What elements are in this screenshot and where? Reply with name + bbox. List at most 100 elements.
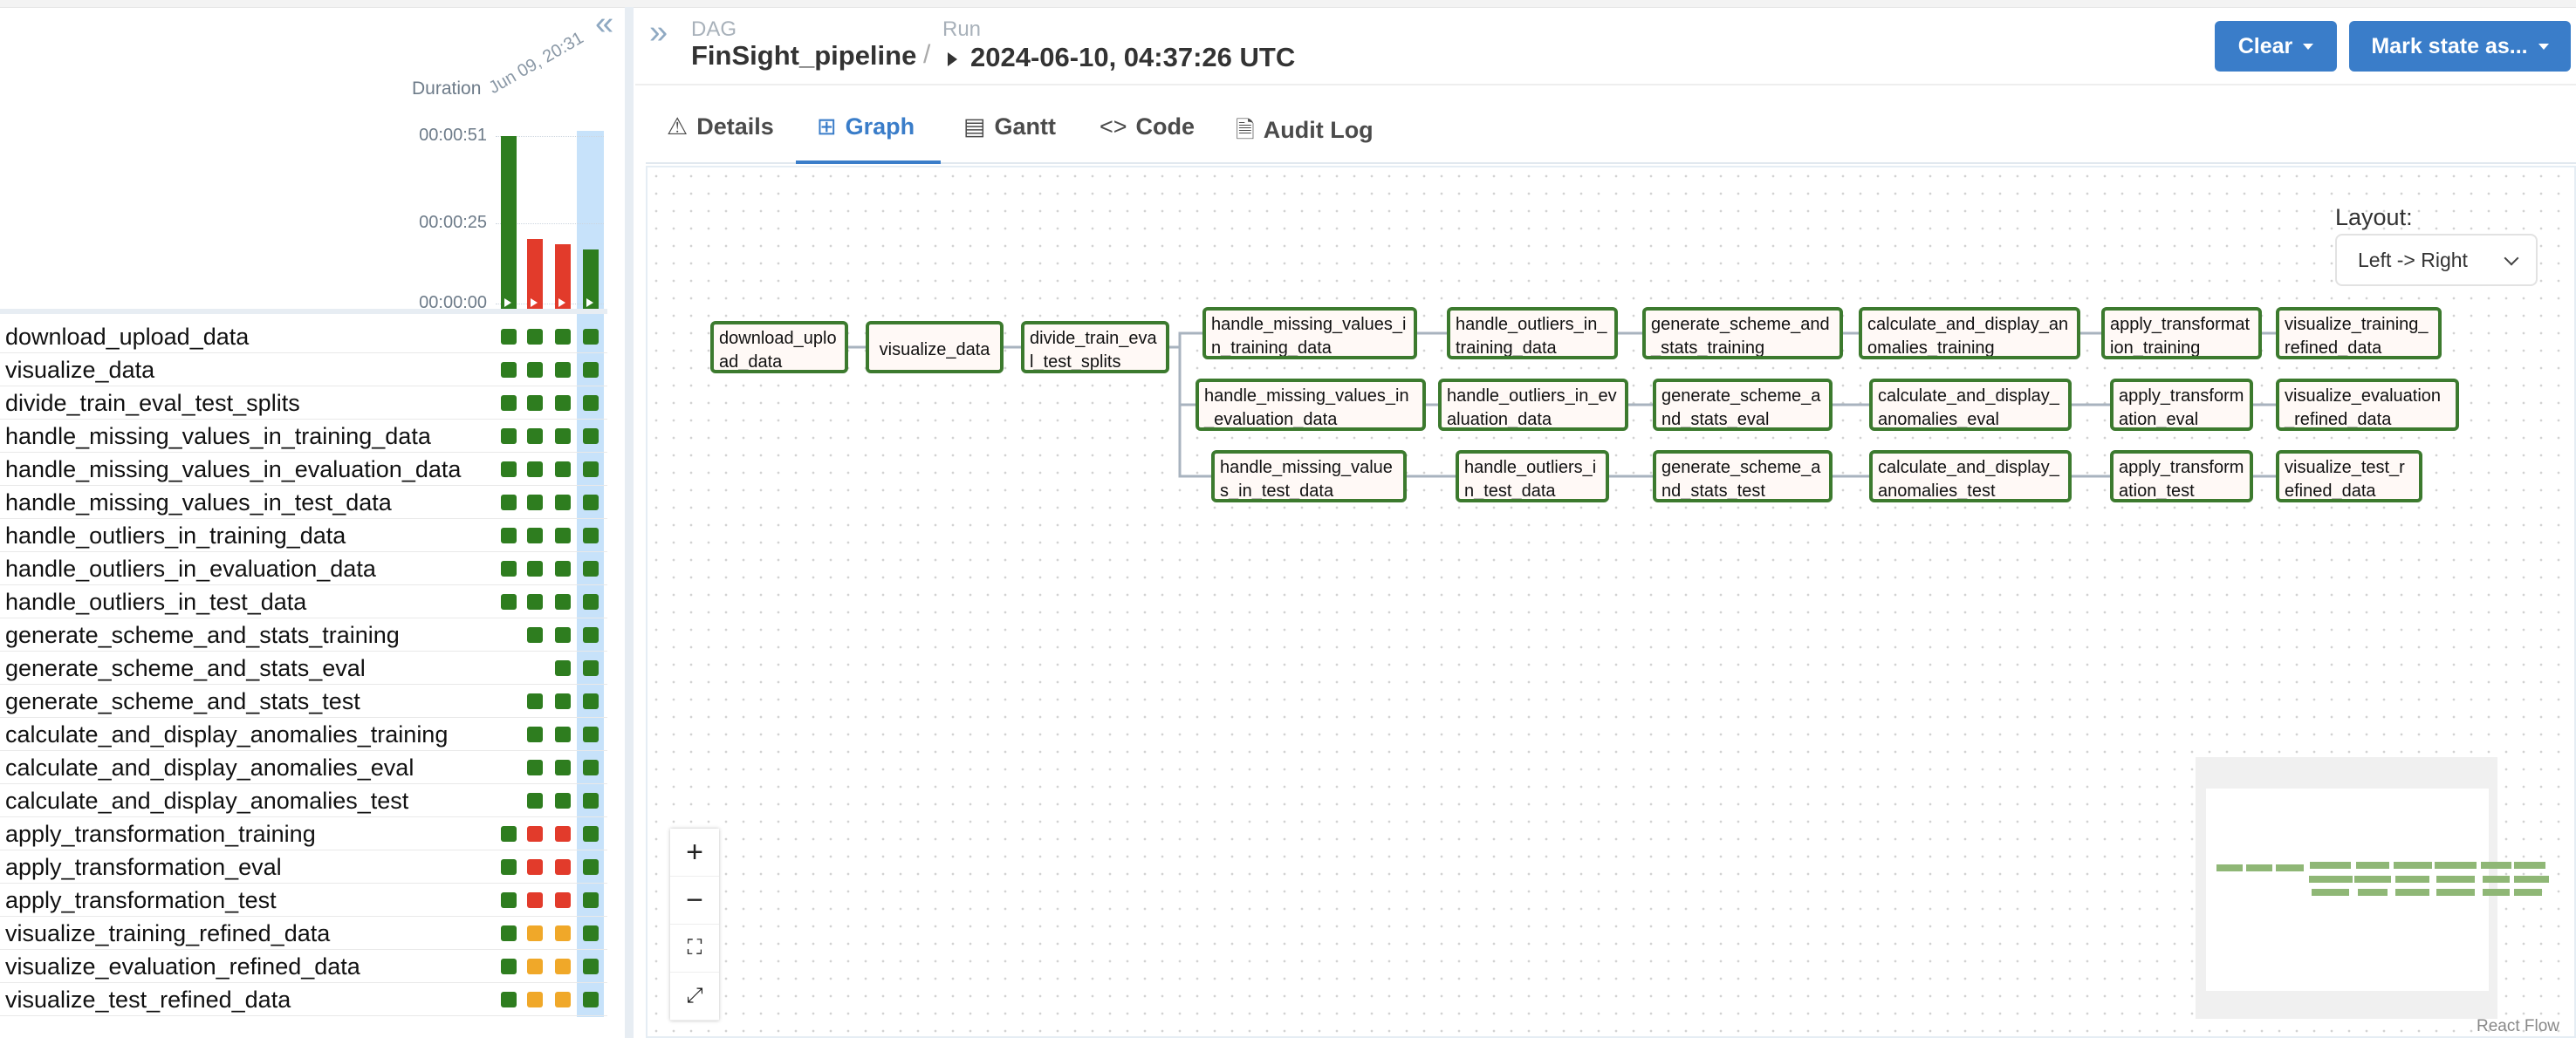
task-row[interactable]: handle_missing_values_in_evaluation_data: [0, 452, 607, 486]
run-duration-bar[interactable]: [583, 249, 599, 311]
task-instance-cell[interactable]: [501, 329, 517, 345]
run-duration-bar[interactable]: [501, 136, 517, 311]
task-instance-cell[interactable]: [555, 329, 571, 345]
task-instance-cell[interactable]: [583, 594, 599, 610]
task-row[interactable]: visualize_data: [0, 352, 607, 386]
task-name[interactable]: handle_outliers_in_evaluation_data: [5, 556, 376, 583]
task-name[interactable]: calculate_and_display_anomalies_training: [5, 721, 448, 748]
task-instance-cell[interactable]: [555, 528, 571, 543]
task-instance-cell[interactable]: [583, 859, 599, 875]
task-node-ho-train[interactable]: handle_outliers_in_training_data: [1447, 307, 1618, 359]
task-row[interactable]: generate_scheme_and_stats_eval: [0, 651, 607, 685]
task-instance-cell[interactable]: [527, 693, 543, 709]
task-instance-cell[interactable]: [583, 959, 599, 974]
task-row[interactable]: generate_scheme_and_stats_test: [0, 684, 607, 718]
task-node-ho-eval[interactable]: handle_outliers_in_evaluation_data: [1438, 379, 1628, 431]
task-instance-cell[interactable]: [501, 528, 517, 543]
task-name[interactable]: divide_train_eval_test_splits: [5, 390, 300, 417]
task-name[interactable]: handle_outliers_in_test_data: [5, 589, 306, 616]
task-instance-cell[interactable]: [583, 660, 599, 676]
task-instance-cell[interactable]: [555, 627, 571, 643]
task-instance-cell[interactable]: [527, 594, 543, 610]
task-row[interactable]: calculate_and_display_anomalies_training: [0, 717, 607, 751]
task-instance-cell[interactable]: [555, 660, 571, 676]
task-node-gs-eval[interactable]: generate_scheme_and_stats_eval: [1653, 379, 1833, 431]
react-flow-attribution[interactable]: React Flow: [2477, 1017, 2559, 1036]
task-name[interactable]: handle_missing_values_in_evaluation_data: [5, 456, 461, 483]
task-node-hmv-test[interactable]: handle_missing_values_in_test_data: [1211, 450, 1407, 502]
task-instance-cell[interactable]: [501, 925, 517, 941]
task-instance-cell[interactable]: [555, 727, 571, 742]
task-instance-cell[interactable]: [583, 528, 599, 543]
task-instance-cell[interactable]: [501, 992, 517, 1007]
task-instance-cell[interactable]: [527, 495, 543, 510]
task-name[interactable]: calculate_and_display_anomalies_test: [5, 788, 408, 815]
task-row[interactable]: calculate_and_display_anomalies_test: [0, 783, 607, 817]
task-instance-cell[interactable]: [527, 428, 543, 444]
task-instance-cell[interactable]: [555, 561, 571, 577]
task-row[interactable]: calculate_and_display_anomalies_eval: [0, 750, 607, 784]
task-node-vr-eval[interactable]: visualize_evaluation_refined_data: [2276, 379, 2459, 431]
task-instance-cell[interactable]: [501, 826, 517, 842]
task-instance-cell[interactable]: [583, 760, 599, 775]
task-instance-cell[interactable]: [527, 992, 543, 1007]
task-instance-cell[interactable]: [583, 461, 599, 477]
task-instance-cell[interactable]: [501, 959, 517, 974]
task-name[interactable]: visualize_test_refined_data: [5, 987, 291, 1014]
task-name[interactable]: apply_transformation_test: [5, 887, 277, 914]
task-instance-cell[interactable]: [583, 892, 599, 908]
task-instance-cell[interactable]: [527, 892, 543, 908]
task-name[interactable]: visualize_evaluation_refined_data: [5, 953, 360, 980]
task-instance-cell[interactable]: [501, 362, 517, 378]
task-instance-cell[interactable]: [555, 461, 571, 477]
task-instance-cell[interactable]: [583, 362, 599, 378]
double-chevron-left-icon[interactable]: «: [595, 7, 613, 40]
task-node-gs-train[interactable]: generate_scheme_and_stats_training: [1642, 307, 1843, 359]
fit-view-button[interactable]: ⛶: [670, 925, 719, 973]
task-instance-cell[interactable]: [555, 925, 571, 941]
task-node-hmv-eval[interactable]: handle_missing_values_in_evaluation_data: [1196, 379, 1426, 431]
task-name[interactable]: visualize_data: [5, 357, 154, 384]
task-row[interactable]: handle_missing_values_in_test_data: [0, 485, 607, 519]
task-instance-cell[interactable]: [501, 495, 517, 510]
task-node-gs-test[interactable]: generate_scheme_and_stats_test: [1653, 450, 1833, 502]
double-chevron-right-icon[interactable]: »: [649, 14, 668, 51]
task-row[interactable]: divide_train_eval_test_splits: [0, 386, 607, 420]
mark-state-button[interactable]: Mark state as...: [2349, 21, 2571, 72]
task-node-hmv-train[interactable]: handle_missing_values_in_training_data: [1202, 307, 1417, 359]
task-node-download-upload-data[interactable]: download_upload_data: [710, 321, 848, 373]
task-name[interactable]: generate_scheme_and_stats_training: [5, 622, 400, 649]
fullscreen-button[interactable]: ⤢: [670, 973, 719, 1021]
minimap[interactable]: [2196, 757, 2549, 1019]
layout-select[interactable]: Left -> Right: [2335, 234, 2538, 286]
tab-graph[interactable]: ⊞ Graph: [817, 113, 915, 140]
task-name[interactable]: download_upload_data: [5, 324, 249, 351]
task-instance-cell[interactable]: [583, 826, 599, 842]
clear-button[interactable]: Clear: [2215, 21, 2337, 72]
task-instance-cell[interactable]: [527, 561, 543, 577]
task-instance-cell[interactable]: [527, 793, 543, 809]
task-row[interactable]: handle_outliers_in_training_data: [0, 518, 607, 552]
task-instance-cell[interactable]: [555, 495, 571, 510]
task-instance-cell[interactable]: [527, 859, 543, 875]
task-node-vr-test[interactable]: visualize_test_refined_data: [2276, 450, 2422, 502]
run-duration-bar[interactable]: [527, 239, 543, 311]
task-instance-cell[interactable]: [527, 925, 543, 941]
dag-name-link[interactable]: FinSight_pipeline: [691, 40, 916, 72]
task-instance-cell[interactable]: [555, 793, 571, 809]
task-instance-cell[interactable]: [555, 362, 571, 378]
task-instance-cell[interactable]: [555, 859, 571, 875]
task-instance-cell[interactable]: [527, 395, 543, 411]
task-node-at-train[interactable]: apply_transformation_training: [2101, 307, 2262, 359]
task-node-cd-eval[interactable]: calculate_and_display_anomalies_eval: [1869, 379, 2072, 431]
task-instance-cell[interactable]: [583, 992, 599, 1007]
task-instance-cell[interactable]: [527, 627, 543, 643]
task-instance-cell[interactable]: [527, 461, 543, 477]
task-instance-cell[interactable]: [555, 992, 571, 1007]
task-instance-cell[interactable]: [555, 892, 571, 908]
task-instance-cell[interactable]: [555, 760, 571, 775]
task-instance-cell[interactable]: [583, 329, 599, 345]
task-name[interactable]: handle_missing_values_in_training_data: [5, 423, 431, 450]
task-row[interactable]: visualize_evaluation_refined_data: [0, 949, 607, 983]
task-instance-cell[interactable]: [501, 859, 517, 875]
